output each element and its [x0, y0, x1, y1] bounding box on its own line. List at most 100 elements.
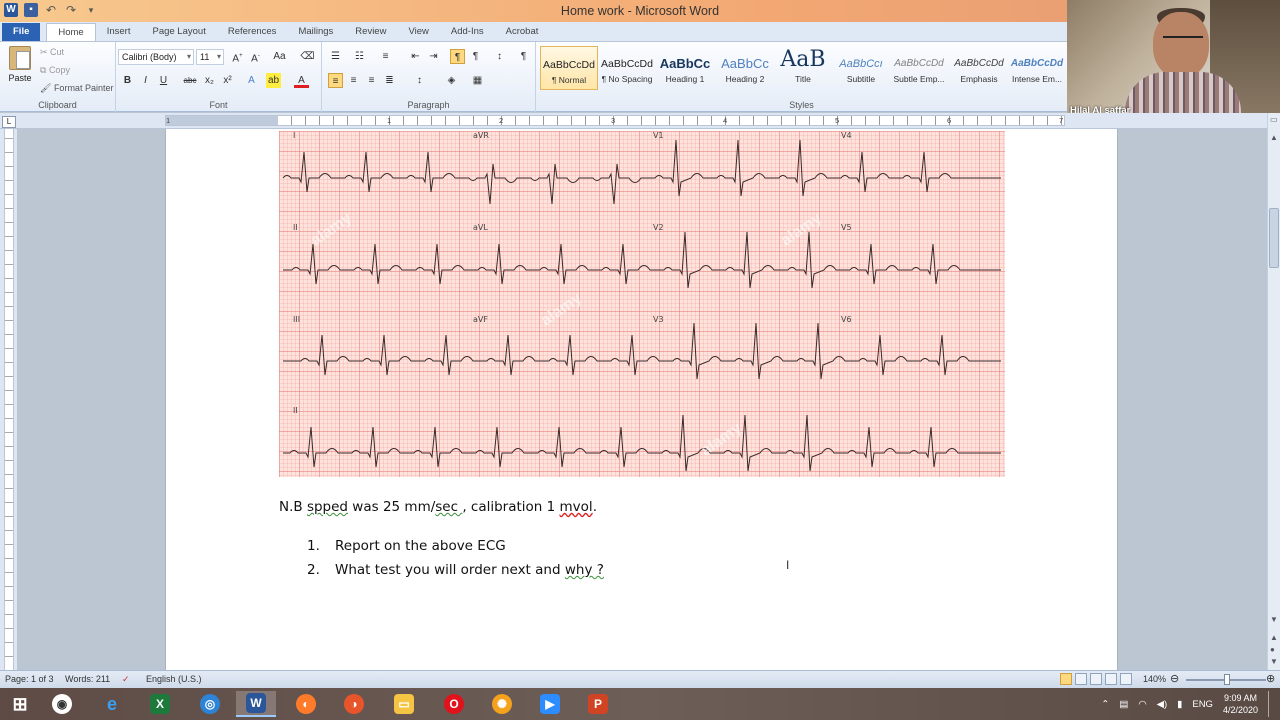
style-no-spacing[interactable]: AaBbCcDd ¶ No Spacing: [598, 46, 656, 90]
zoom-in-icon[interactable]: ⊕: [1266, 672, 1275, 685]
ecg-image[interactable]: I aVR V1 V4 II aVL V2 V5 III aVF V3 V6 I…: [279, 131, 1005, 477]
italic-button[interactable]: I: [138, 73, 153, 88]
style-normal[interactable]: AaBbCcDd ¶ Normal: [540, 46, 598, 90]
strikethrough-button[interactable]: abc: [180, 73, 200, 88]
tab-insert[interactable]: Insert: [96, 23, 142, 41]
tab-selector-button[interactable]: L: [2, 116, 16, 128]
document-page[interactable]: I aVR V1 V4 II aVL V2 V5 III aVF V3 V6 I…: [165, 129, 1118, 670]
taskbar-opera[interactable]: O: [434, 691, 474, 717]
style-title[interactable]: AaB Title: [774, 46, 832, 90]
ruler-toggle-icon[interactable]: ▭: [1270, 115, 1278, 124]
superscript-button[interactable]: x²: [220, 73, 235, 88]
nb-paragraph[interactable]: N.B spped was 25 mm/sec , calibration 1 …: [279, 499, 597, 515]
horizontal-ruler[interactable]: 1 1 2 3 4 5 6 7: [0, 113, 1267, 129]
show-hidden-icons[interactable]: ⌃: [1101, 699, 1109, 710]
start-button[interactable]: ⊞: [0, 691, 40, 717]
style-intense-emphasis[interactable]: AaBbCcDd Intense Em...: [1008, 46, 1066, 90]
borders-icon[interactable]: ▦: [470, 73, 485, 88]
zoom-out-icon[interactable]: ⊖: [1170, 672, 1179, 685]
language-indicator-tray[interactable]: ENG: [1192, 699, 1213, 710]
ltr-direction-icon[interactable]: ¶: [450, 49, 465, 64]
tab-review[interactable]: Review: [344, 23, 397, 41]
previous-page-icon[interactable]: ▲: [1270, 633, 1278, 642]
font-size-select[interactable]: 11: [196, 49, 224, 65]
word-count[interactable]: Words: 211: [65, 674, 110, 684]
vertical-ruler[interactable]: [0, 129, 18, 670]
font-color-button[interactable]: A: [294, 73, 309, 88]
bullets-icon[interactable]: ☰: [328, 49, 343, 64]
tab-references[interactable]: References: [217, 23, 288, 41]
rtl-direction-icon[interactable]: ¶: [468, 49, 483, 64]
question-item-2[interactable]: 2. What test you will order next and why …: [307, 562, 604, 578]
vertical-scrollbar[interactable]: ▭ ▲ ▼ ▲ ● ▼: [1267, 113, 1280, 670]
shrink-font-button[interactable]: A-: [248, 49, 263, 64]
align-left-icon[interactable]: ≡: [328, 73, 343, 88]
web-layout-icon[interactable]: [1090, 673, 1102, 685]
numbering-icon[interactable]: ☷: [352, 49, 367, 64]
sort-icon[interactable]: ↕: [492, 49, 507, 64]
align-right-icon[interactable]: ≡: [364, 73, 379, 88]
tab-mailings[interactable]: Mailings: [287, 23, 344, 41]
scrollbar-thumb[interactable]: [1269, 208, 1279, 268]
full-screen-reading-icon[interactable]: [1075, 673, 1087, 685]
style-emphasis[interactable]: AaBbCcDd Emphasis: [950, 46, 1008, 90]
taskbar-chrome[interactable]: ◉: [42, 691, 82, 717]
cut-button[interactable]: ✂ Cut: [40, 47, 64, 58]
underline-button[interactable]: U: [156, 73, 171, 88]
paste-button[interactable]: Paste: [6, 46, 34, 83]
draft-view-icon[interactable]: [1120, 673, 1132, 685]
scroll-down-icon[interactable]: ▼: [1270, 615, 1278, 624]
copy-button[interactable]: ⧉ Copy: [40, 65, 70, 76]
bold-button[interactable]: B: [120, 73, 135, 88]
taskbar-excel[interactable]: X: [140, 691, 180, 717]
taskbar-explorer[interactable]: ▭: [384, 691, 424, 717]
network-icon[interactable]: ▤: [1119, 699, 1128, 710]
subscript-button[interactable]: x₂: [202, 73, 217, 88]
change-case-button[interactable]: Aa: [272, 49, 287, 64]
font-name-select[interactable]: Calibri (Body): [118, 49, 194, 65]
outline-view-icon[interactable]: [1105, 673, 1117, 685]
tab-acrobat[interactable]: Acrobat: [495, 23, 550, 41]
browse-object-icon[interactable]: ●: [1270, 645, 1275, 654]
question-item-1[interactable]: 1. Report on the above ECG: [307, 538, 506, 554]
text-effects-button[interactable]: A: [244, 73, 259, 88]
grow-font-button[interactable]: A+: [230, 49, 245, 64]
print-layout-view-icon[interactable]: [1060, 673, 1072, 685]
language-indicator[interactable]: English (U.S.): [146, 674, 202, 684]
wifi-icon[interactable]: ◠: [1138, 699, 1146, 710]
clear-formatting-button[interactable]: ⌫: [300, 49, 315, 64]
tab-add-ins[interactable]: Add-Ins: [440, 23, 495, 41]
shading-icon[interactable]: ◈: [444, 73, 459, 88]
taskbar-firefox-dev[interactable]: ◑: [334, 691, 374, 717]
format-painter-button[interactable]: 🖌 Format Painter: [40, 83, 113, 94]
tab-home[interactable]: Home: [46, 23, 96, 41]
align-center-icon[interactable]: ≡: [346, 73, 361, 88]
clock[interactable]: 9:09 AM 4/2/2020: [1223, 692, 1258, 716]
taskbar-word[interactable]: W: [236, 691, 276, 717]
tab-page-layout[interactable]: Page Layout: [141, 23, 216, 41]
taskbar-browser[interactable]: ◎: [190, 691, 230, 717]
volume-icon[interactable]: ◀): [1157, 699, 1167, 710]
show-marks-icon[interactable]: ¶: [516, 49, 531, 64]
show-desktop-button[interactable]: [1268, 691, 1274, 717]
tab-file[interactable]: File: [2, 23, 41, 41]
taskbar-ie[interactable]: e: [92, 691, 132, 717]
multilevel-list-icon[interactable]: ≡: [378, 49, 393, 64]
style-heading-1[interactable]: AaBbCc Heading 1: [656, 46, 714, 90]
battery-icon[interactable]: ▮: [1177, 699, 1182, 710]
increase-indent-icon[interactable]: ⇥: [426, 49, 441, 64]
taskbar-settings[interactable]: ✺: [482, 691, 522, 717]
zoom-level[interactable]: 140%: [1143, 674, 1166, 684]
style-subtitle[interactable]: AaBbCcı Subtitle: [832, 46, 890, 90]
justify-icon[interactable]: ≣: [382, 73, 397, 88]
decrease-indent-icon[interactable]: ⇤: [408, 49, 423, 64]
scroll-up-icon[interactable]: ▲: [1270, 133, 1278, 142]
style-heading-2[interactable]: AaBbCc Heading 2: [716, 46, 774, 90]
highlight-color-button[interactable]: ab: [266, 73, 281, 88]
page-count[interactable]: Page: 1 of 3: [5, 674, 54, 684]
line-spacing-icon[interactable]: ↕: [412, 73, 427, 88]
tab-view[interactable]: View: [397, 23, 439, 41]
next-page-icon[interactable]: ▼: [1270, 657, 1278, 666]
taskbar-powerpoint[interactable]: P: [578, 691, 618, 717]
taskbar-firefox[interactable]: ◐: [286, 691, 326, 717]
